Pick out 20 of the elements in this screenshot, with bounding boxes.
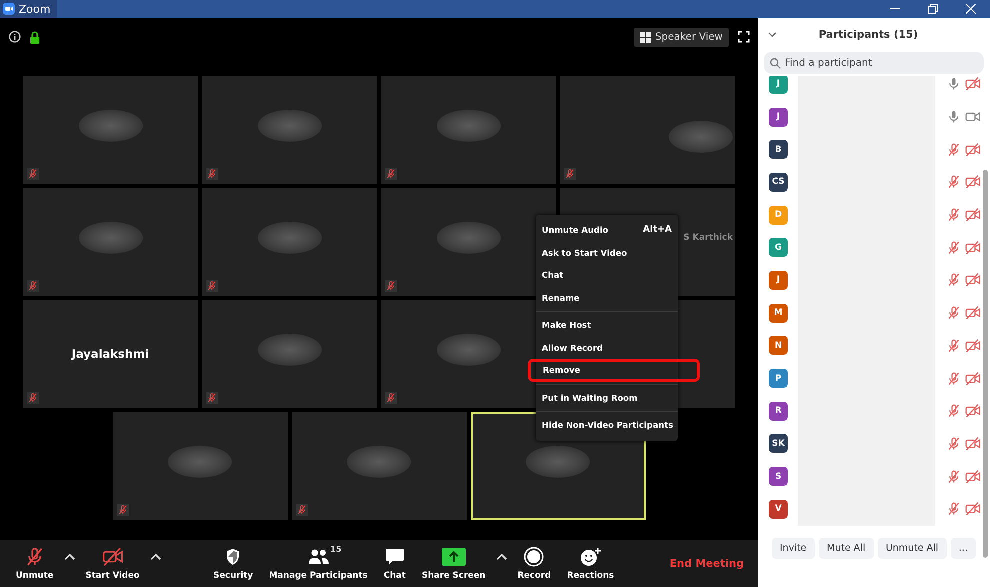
participant-count: 15 [330,544,342,554]
avatar: B [769,140,788,160]
participant-name: S Karthick [684,233,733,243]
panel-title: Participants (15) [818,29,920,41]
avatar: SK [769,434,788,454]
avatar: S [769,467,788,486]
avatar: V [769,500,788,519]
avatar: R [769,402,788,421]
shortcut-text: Alt+A [643,225,672,236]
avatar: N [769,336,788,356]
avatar: J [769,76,788,94]
avatar: P [769,369,788,388]
avatar: J [769,270,788,290]
avatar: J [769,108,788,127]
participant-name: Jayalakshmi [72,347,150,361]
window-title: Zoom [19,2,51,16]
avatar: D [769,206,788,225]
avatar: CS [769,172,788,192]
avatar: M [769,304,788,323]
avatar: G [769,238,788,258]
